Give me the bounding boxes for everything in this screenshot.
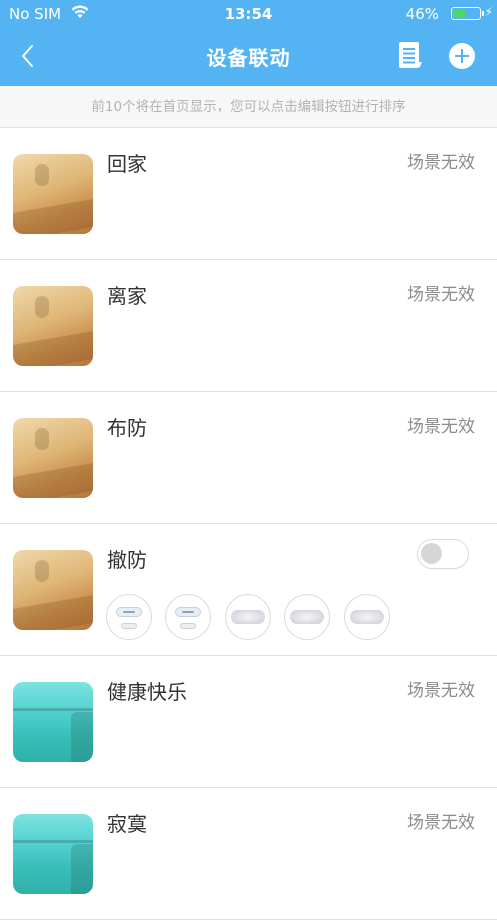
scene-thumbnail [13, 814, 93, 894]
header: No SIM 13:54 46% ⚡ 设备联动 [0, 0, 497, 86]
status-bar: No SIM 13:54 46% ⚡ [0, 0, 497, 28]
device-button[interactable] [344, 594, 390, 640]
lens-icon [350, 610, 384, 624]
scene-status: 场景无效 [407, 417, 475, 437]
plus-circle-icon [449, 43, 475, 69]
scene-name: 回家 [107, 152, 147, 176]
sensor-icon [116, 607, 142, 617]
scene-status: 场景无效 [407, 681, 475, 701]
device-button[interactable] [106, 594, 152, 640]
scene-thumbnail [13, 682, 93, 762]
scene-list: 回家 场景无效 离家 场景无效 布防 场景无效 撤防 健康快乐 场景无效 寂寞 … [0, 128, 497, 920]
scene-status: 场景无效 [407, 285, 475, 305]
scene-row[interactable]: 健康快乐 场景无效 [0, 656, 497, 788]
scene-thumbnail [13, 550, 93, 630]
edit-button[interactable] [396, 40, 424, 70]
scene-row[interactable]: 回家 场景无效 [0, 128, 497, 260]
scene-row[interactable]: 布防 场景无效 [0, 392, 497, 524]
toggle-knob [421, 543, 442, 564]
scene-thumbnail [13, 418, 93, 498]
device-button[interactable] [165, 594, 211, 640]
scene-name: 离家 [107, 284, 147, 308]
battery-fill [453, 9, 465, 18]
scene-thumbnail [13, 154, 93, 234]
lens-icon [231, 610, 265, 624]
charging-icon: ⚡ [484, 5, 493, 19]
scene-row[interactable]: 寂寞 场景无效 [0, 788, 497, 920]
sensor-icon [175, 607, 201, 617]
scene-name: 布防 [107, 416, 147, 440]
battery-icon [451, 7, 484, 20]
device-button[interactable] [225, 594, 271, 640]
scene-thumbnail [13, 286, 93, 366]
navbar: 设备联动 [0, 28, 497, 86]
scene-toggle[interactable] [417, 539, 469, 569]
document-list-icon [399, 42, 422, 68]
sort-tip: 前10个将在首页显示，您可以点击编辑按钮进行排序 [0, 86, 497, 128]
scene-row[interactable]: 离家 场景无效 [0, 260, 497, 392]
add-button[interactable] [448, 42, 476, 70]
scene-name: 寂寞 [107, 812, 147, 836]
scene-status: 场景无效 [407, 813, 475, 833]
scene-row[interactable]: 撤防 [0, 524, 497, 656]
scene-status: 场景无效 [407, 153, 475, 173]
scene-name: 健康快乐 [107, 680, 187, 704]
device-button[interactable] [284, 594, 330, 640]
lens-icon [290, 610, 324, 624]
scene-name: 撤防 [107, 548, 147, 572]
battery-percent: 46% [405, 5, 439, 23]
